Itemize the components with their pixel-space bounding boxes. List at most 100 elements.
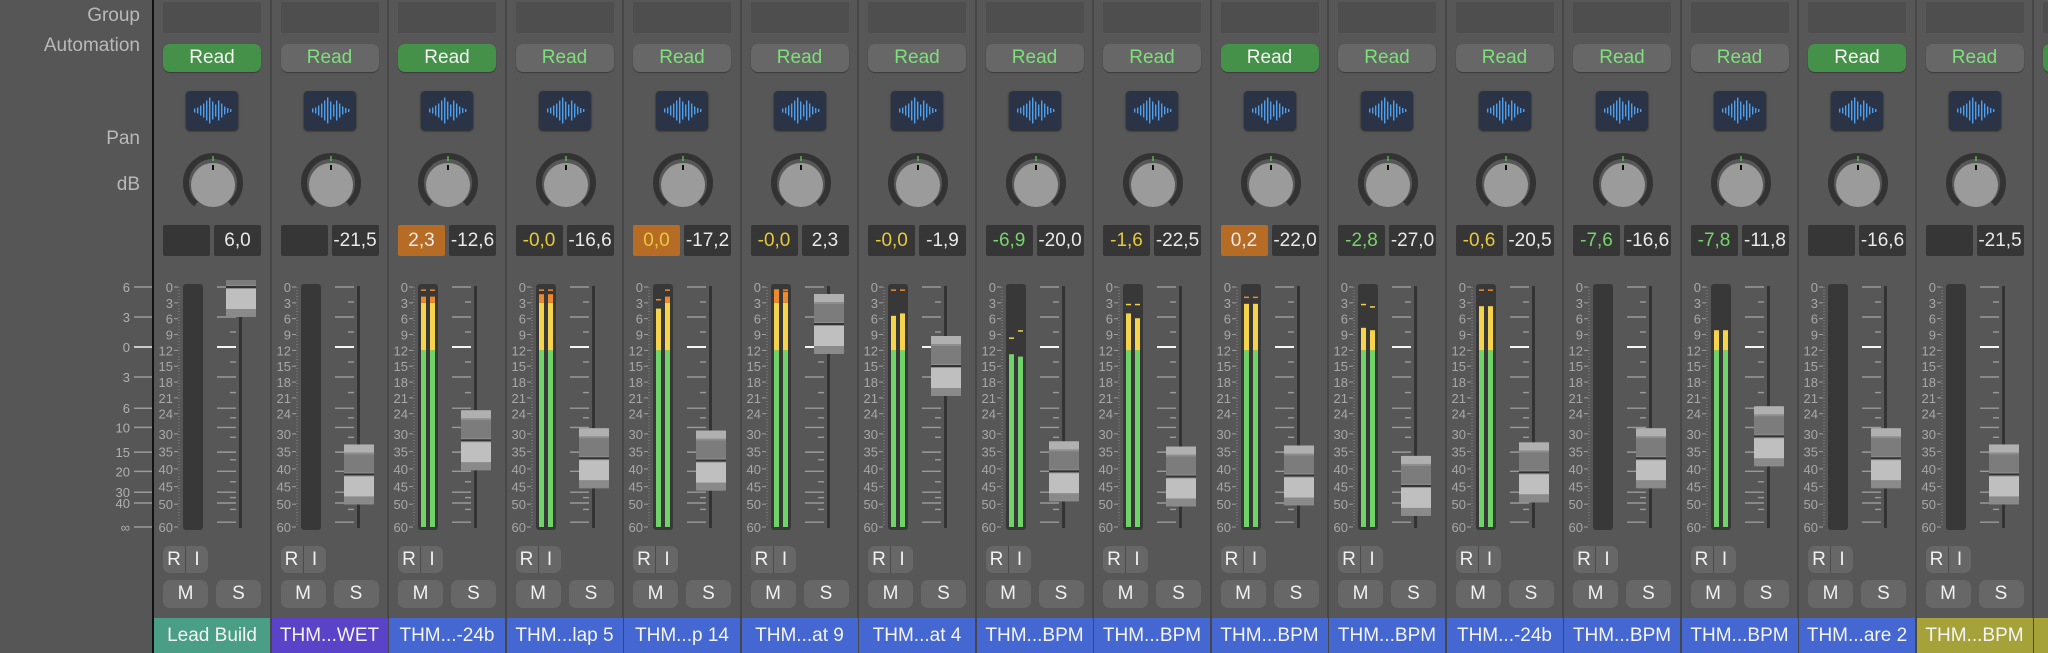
- solo-button[interactable]: S: [1508, 580, 1554, 608]
- solo-button[interactable]: S: [1156, 580, 1201, 608]
- track-name-label[interactable]: THM...-24b: [1446, 618, 1563, 653]
- input-monitor-button[interactable]: I: [1361, 546, 1383, 573]
- mute-button[interactable]: M: [985, 580, 1031, 608]
- group-slot[interactable]: [1690, 2, 1789, 33]
- track-name-label[interactable]: THM...are 2: [1799, 618, 1915, 653]
- track-name-label[interactable]: THM...p 14: [624, 618, 740, 653]
- group-slot[interactable]: [2043, 2, 2048, 33]
- track-name-label[interactable]: THM...BPM: [1094, 618, 1210, 653]
- record-enable-button[interactable]: R: [1691, 546, 1714, 573]
- input-monitor-button[interactable]: I: [1596, 546, 1618, 573]
- track-name-label[interactable]: THM...BPM: [1564, 618, 1680, 653]
- record-enable-button[interactable]: R: [633, 546, 656, 573]
- volume-fader-handle[interactable]: [1401, 455, 1431, 516]
- audio-track-icon-button[interactable]: [421, 91, 473, 130]
- volume-readout[interactable]: -16,6: [566, 225, 614, 256]
- pan-knob[interactable]: [1827, 152, 1889, 214]
- solo-button[interactable]: S: [1626, 580, 1671, 608]
- peak-level-readout[interactable]: [280, 225, 328, 256]
- volume-fader-handle[interactable]: [343, 444, 374, 505]
- mute-button[interactable]: M: [633, 580, 678, 608]
- record-enable-button[interactable]: R: [516, 546, 539, 573]
- volume-fader-handle[interactable]: [1518, 442, 1549, 503]
- volume-fader-handle[interactable]: [1048, 441, 1079, 502]
- record-enable-button[interactable]: R: [281, 546, 304, 573]
- input-monitor-button[interactable]: I: [1244, 546, 1266, 573]
- peak-level-readout[interactable]: [1925, 225, 1973, 256]
- mute-button[interactable]: M: [868, 580, 913, 608]
- pan-knob[interactable]: [535, 152, 597, 214]
- automation-mode-button[interactable]: Read: [633, 44, 731, 72]
- solo-button[interactable]: S: [1391, 580, 1436, 608]
- automation-mode-button[interactable]: Read: [398, 44, 496, 72]
- volume-readout[interactable]: -20,5: [1506, 225, 1554, 256]
- volume-fader-handle[interactable]: [578, 428, 609, 489]
- mute-button[interactable]: M: [1808, 580, 1853, 608]
- audio-track-icon-button[interactable]: [891, 91, 943, 130]
- solo-button[interactable]: S: [216, 580, 261, 608]
- peak-level-readout[interactable]: 0,2: [1220, 225, 1268, 256]
- group-slot[interactable]: [633, 2, 731, 33]
- volume-readout[interactable]: -27,0: [1389, 225, 1436, 256]
- solo-button[interactable]: S: [1038, 580, 1084, 608]
- automation-mode-button[interactable]: Read: [1455, 44, 1554, 72]
- automation-mode-button[interactable]: Read: [1220, 44, 1319, 72]
- group-slot[interactable]: [515, 2, 614, 33]
- mute-button[interactable]: M: [1455, 580, 1501, 608]
- volume-fader-handle[interactable]: [1871, 428, 1901, 489]
- solo-button[interactable]: S: [451, 580, 496, 608]
- mute-button[interactable]: M: [398, 580, 443, 608]
- volume-fader-handle[interactable]: [1283, 445, 1314, 506]
- volume-fader-handle[interactable]: [931, 336, 961, 396]
- peak-level-readout[interactable]: 0,0: [633, 225, 680, 256]
- input-monitor-button[interactable]: I: [1949, 546, 1971, 573]
- audio-track-icon-button[interactable]: [303, 91, 356, 130]
- input-monitor-button[interactable]: I: [1009, 546, 1031, 573]
- record-enable-button[interactable]: R: [1573, 546, 1596, 573]
- track-name-label[interactable]: Lead Build: [154, 618, 270, 653]
- peak-level-readout[interactable]: -7,8: [1690, 225, 1738, 256]
- pan-knob[interactable]: [1357, 152, 1419, 214]
- automation-mode-button[interactable]: Read: [163, 44, 261, 72]
- group-slot[interactable]: [1455, 2, 1554, 33]
- peak-level-readout[interactable]: 2,3: [398, 225, 445, 256]
- automation-mode-button[interactable]: Read: [280, 44, 379, 72]
- solo-button[interactable]: S: [921, 580, 966, 608]
- group-slot[interactable]: [750, 2, 849, 33]
- group-slot[interactable]: [163, 2, 261, 33]
- track-name-label[interactable]: THM...at 4: [859, 618, 975, 653]
- automation-mode-button[interactable]: Read: [1690, 44, 1789, 72]
- group-slot[interactable]: [1103, 2, 1201, 33]
- input-monitor-button[interactable]: I: [1479, 546, 1501, 573]
- volume-fader-handle[interactable]: [461, 410, 491, 471]
- pan-knob[interactable]: [652, 152, 714, 214]
- audio-track-icon-button[interactable]: [1948, 91, 2001, 130]
- audio-track-icon-button[interactable]: [1596, 91, 1648, 130]
- audio-track-icon-button[interactable]: [773, 91, 826, 130]
- volume-readout[interactable]: -21,5: [1976, 225, 2024, 256]
- track-name-label[interactable]: THM...BPM: [1329, 618, 1445, 653]
- peak-level-readout[interactable]: -0,0: [515, 225, 563, 256]
- track-name-label[interactable]: THM...WET: [271, 618, 388, 653]
- peak-level-readout[interactable]: [1808, 225, 1855, 256]
- record-enable-button[interactable]: R: [1338, 546, 1361, 573]
- pan-knob[interactable]: [1240, 152, 1302, 214]
- peak-level-readout[interactable]: -7,6: [1573, 225, 1620, 256]
- mute-button[interactable]: M: [1925, 580, 1971, 608]
- input-monitor-button[interactable]: I: [421, 546, 443, 573]
- pan-knob[interactable]: [182, 152, 244, 214]
- audio-track-icon-button[interactable]: [1831, 91, 1883, 130]
- input-monitor-button[interactable]: I: [774, 546, 796, 573]
- input-monitor-button[interactable]: I: [656, 546, 678, 573]
- pan-knob[interactable]: [770, 152, 832, 214]
- mute-button[interactable]: M: [515, 580, 561, 608]
- pan-knob[interactable]: [1710, 152, 1772, 214]
- track-name-label[interactable]: THM...lap 5: [506, 618, 623, 653]
- audio-track-icon-button[interactable]: [1713, 91, 1766, 130]
- group-slot[interactable]: [1338, 2, 1436, 33]
- volume-readout[interactable]: 2,3: [801, 225, 849, 256]
- automation-mode-button[interactable]: Read: [868, 44, 966, 72]
- volume-readout[interactable]: -17,2: [684, 225, 731, 256]
- volume-fader-handle[interactable]: [1636, 428, 1666, 489]
- volume-readout[interactable]: -22,5: [1154, 225, 1201, 256]
